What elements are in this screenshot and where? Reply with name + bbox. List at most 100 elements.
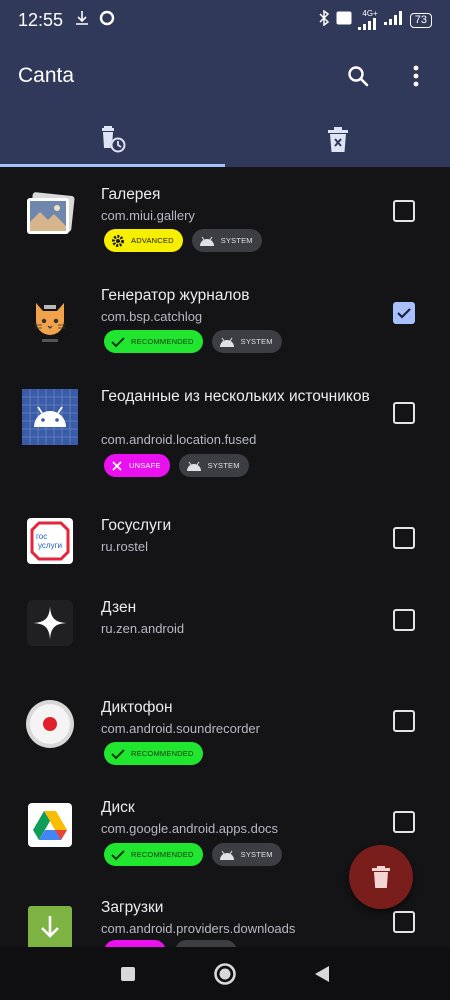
- download-icon: [75, 10, 89, 31]
- badge-label: RECOMMENDED: [131, 749, 194, 758]
- tab-bar: [0, 112, 450, 167]
- app-title: Canta: [18, 64, 75, 87]
- network-type-label: 4G+: [362, 9, 378, 18]
- search-button[interactable]: [342, 60, 374, 92]
- app-package: ru.rostel: [101, 539, 148, 554]
- badge-unsafe: UNSAFE: [104, 454, 170, 477]
- android-icon: [199, 236, 214, 246]
- badge-advanced: ADVANCED: [104, 229, 183, 252]
- badge-group: ADVANCED SYSTEM: [104, 229, 262, 252]
- list-item[interactable]: Геоданные из нескольких источников com.a…: [0, 367, 450, 491]
- badge-recommended: RECOMMENDED: [104, 742, 203, 765]
- select-checkbox[interactable]: [393, 402, 415, 424]
- home-button[interactable]: [207, 956, 243, 992]
- app-name: Госуслуги: [101, 517, 172, 534]
- app-list: Галерея com.miui.gallery ADVANCED SYSTEM: [0, 167, 450, 947]
- close-icon: [112, 460, 122, 471]
- badge-group: RECOMMENDED SYSTEM: [104, 330, 282, 353]
- badge-unsafe: [104, 940, 166, 947]
- select-checkbox[interactable]: [393, 302, 415, 324]
- badge-group: [104, 940, 237, 947]
- app-name: Диктофон: [101, 699, 173, 716]
- badge-label: ADVANCED: [131, 236, 174, 245]
- list-item[interactable]: гос услуги Госуслуги ru.rostel: [0, 491, 450, 571]
- select-checkbox[interactable]: [393, 527, 415, 549]
- tab-uninstalled[interactable]: [225, 112, 450, 167]
- more-options-button[interactable]: [400, 60, 432, 92]
- app-package: com.miui.gallery: [101, 208, 195, 223]
- badge-label: RECOMMENDED: [131, 337, 194, 346]
- recents-square-icon: [121, 966, 136, 981]
- cat-icon: [22, 293, 78, 349]
- android-icon: [219, 337, 234, 347]
- status-time: 12:55: [18, 9, 64, 30]
- badge-system: SYSTEM: [191, 229, 262, 252]
- badge-label: SYSTEM: [240, 850, 273, 859]
- badge-group: RECOMMENDED: [104, 742, 203, 765]
- app-package: com.android.location.fused: [101, 432, 257, 447]
- volte-icon: [336, 11, 352, 30]
- system-nav-bar: [0, 947, 450, 1000]
- badge-label: SYSTEM: [207, 461, 240, 470]
- list-item[interactable]: Галерея com.miui.gallery ADVANCED SYSTEM: [0, 167, 450, 267]
- bluetooth-icon: [318, 9, 330, 31]
- badge-label: UNSAFE: [129, 461, 161, 470]
- gosuslugi-icon: гос услуги: [22, 513, 78, 569]
- delete-icon: [372, 866, 390, 888]
- search-icon: [348, 66, 369, 87]
- badge-group: RECOMMENDED SYSTEM: [104, 843, 282, 866]
- badge-label: SYSTEM: [220, 236, 253, 245]
- app-package: com.android.providers.downloads: [101, 921, 296, 936]
- app-name: Генератор журналов: [101, 287, 250, 304]
- app-name: Загрузки: [101, 899, 164, 916]
- gallery-icon: [22, 187, 78, 243]
- badge-recommended: RECOMMENDED: [104, 843, 203, 866]
- back-button[interactable]: [304, 956, 340, 992]
- badge-recommended: RECOMMENDED: [104, 330, 203, 353]
- home-circle-icon: [214, 962, 236, 985]
- android-icon: [186, 461, 201, 471]
- android-icon: [22, 389, 78, 445]
- badge-system: SYSTEM: [178, 454, 249, 477]
- select-checkbox[interactable]: [393, 710, 415, 732]
- battery-icon: 73: [409, 12, 432, 28]
- gear-icon: [112, 234, 124, 247]
- select-checkbox[interactable]: [393, 200, 415, 222]
- trash-clock-icon: [101, 125, 125, 152]
- app-package: ru.zen.android: [101, 621, 185, 636]
- app-name: Геоданные из нескольких источников: [101, 388, 370, 405]
- recents-button[interactable]: [110, 956, 146, 992]
- select-checkbox[interactable]: [393, 609, 415, 631]
- check-icon: [111, 336, 125, 347]
- select-checkbox[interactable]: [393, 911, 415, 933]
- app-name: Дзен: [101, 599, 137, 616]
- app-package: com.android.soundrecorder: [101, 721, 260, 736]
- signal-icon-2: [383, 10, 404, 30]
- zen-star-icon: [22, 595, 78, 651]
- tab-uninstall[interactable]: [0, 112, 225, 167]
- gosuslugi-logo-text: услуги: [38, 540, 62, 550]
- circle-icon: [99, 10, 115, 31]
- recorder-icon: [22, 696, 78, 752]
- badge-label: SYSTEM: [240, 337, 273, 346]
- check-icon: [111, 748, 125, 759]
- badge-system: SYSTEM: [211, 330, 282, 353]
- list-item[interactable]: Диктофон com.android.soundrecorder RECOM…: [0, 671, 450, 771]
- select-checkbox[interactable]: [393, 811, 415, 833]
- gosuslugi-logo-text: гос: [36, 531, 48, 541]
- signal-icon: 4G+: [357, 9, 378, 30]
- badge-system: SYSTEM: [211, 843, 282, 866]
- badge-group: UNSAFE SYSTEM: [104, 454, 249, 477]
- badge-system: [175, 940, 237, 947]
- app-name: Галерея: [101, 186, 161, 203]
- uninstall-fab[interactable]: [349, 845, 413, 909]
- more-vert-icon: [413, 65, 419, 87]
- badge-label: RECOMMENDED: [131, 850, 194, 859]
- trash-x-icon: [327, 126, 348, 152]
- drive-icon: [22, 797, 78, 853]
- app-package: com.bsp.catchlog: [101, 309, 203, 324]
- back-triangle-icon: [314, 965, 329, 982]
- android-icon: [219, 850, 234, 860]
- list-item[interactable]: Дзен ru.zen.android: [0, 571, 450, 671]
- list-item[interactable]: Генератор журналов com.bsp.catchlog RECO…: [0, 267, 450, 367]
